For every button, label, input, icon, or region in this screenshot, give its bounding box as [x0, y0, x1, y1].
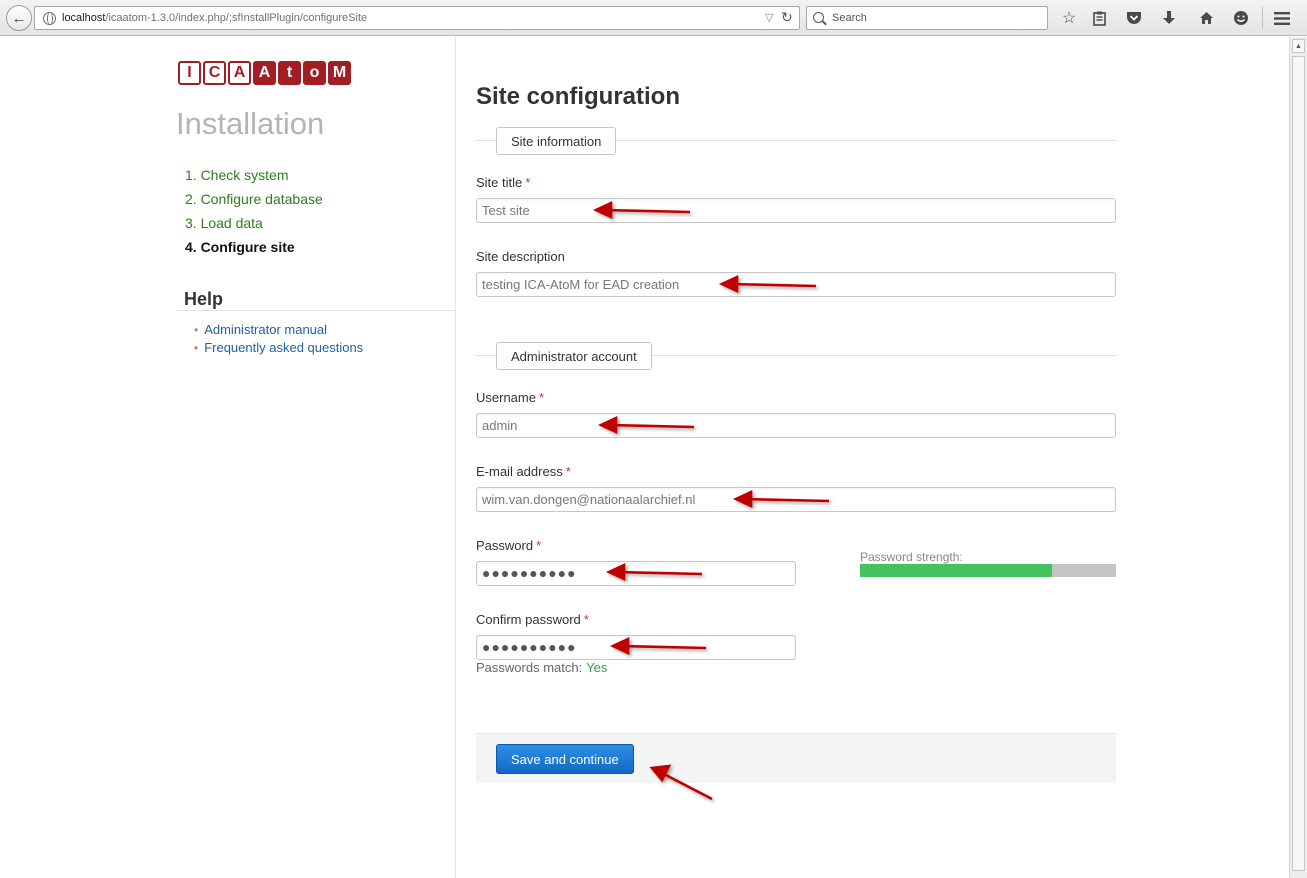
- logo-letter: A: [253, 61, 276, 85]
- search-icon: [813, 12, 824, 23]
- bookmark-star-icon[interactable]: ☆: [1059, 8, 1079, 28]
- required-marker: *: [583, 612, 589, 627]
- url-bar[interactable]: localhost/icaatom-1.3.0/index.php/;sfIns…: [34, 6, 800, 30]
- install-steps: 1. Check system 2. Configure database 3.…: [185, 163, 323, 259]
- globe-icon: [43, 11, 56, 25]
- password-strength-fill: [860, 564, 1052, 577]
- username-label: Username *: [476, 390, 544, 405]
- password-strength-label: Password strength:: [860, 550, 963, 564]
- url-text: localhost/icaatom-1.3.0/index.php/;sfIns…: [62, 12, 367, 24]
- passwords-match-status: Passwords match: Yes: [476, 660, 607, 675]
- download-icon[interactable]: [1159, 8, 1179, 28]
- logo-letter: I: [178, 61, 201, 85]
- step-check-system[interactable]: 1. Check system: [185, 163, 323, 187]
- required-marker: *: [536, 538, 542, 553]
- administrator-account-legend[interactable]: Administrator account: [496, 342, 652, 370]
- site-title-label: Site title *: [476, 175, 530, 190]
- confirm-password-label-text: Confirm password: [476, 612, 581, 627]
- help-title: Help: [184, 289, 224, 309]
- sidebar: I C A A t o M Installation 1. Check syst…: [176, 37, 456, 878]
- vertical-scrollbar[interactable]: ▲: [1289, 37, 1307, 878]
- password-label: Password *: [476, 538, 541, 553]
- site-information-fieldset: Site information: [476, 127, 1116, 155]
- confirm-password-input[interactable]: ●●●●●●●●●●: [476, 635, 796, 660]
- logo-letter: o: [303, 61, 326, 85]
- help-link-administrator-manual[interactable]: Administrator manual: [194, 321, 363, 339]
- password-input[interactable]: ●●●●●●●●●●: [476, 561, 796, 586]
- email-label: E-mail address *: [476, 464, 571, 479]
- email-input[interactable]: wim.van.dongen@nationaalarchief.nl: [476, 487, 1116, 512]
- scroll-up-arrow-icon[interactable]: ▲: [1292, 39, 1305, 53]
- url-path: /icaatom-1.3.0/index.php/;sfInstallPlugi…: [105, 12, 368, 24]
- page-content: I C A A t o M Installation 1. Check syst…: [0, 37, 1289, 878]
- main-content: Site configuration Site information Site…: [476, 37, 1116, 878]
- help-links: Administrator manual Frequently asked qu…: [194, 321, 363, 357]
- site-title-label-text: Site title: [476, 175, 523, 190]
- required-marker: *: [525, 175, 531, 190]
- required-marker: *: [538, 390, 545, 405]
- pocket-icon[interactable]: [1124, 8, 1144, 28]
- toolbar-separator: [1262, 7, 1263, 29]
- search-bar[interactable]: Search: [806, 6, 1048, 30]
- save-and-continue-button[interactable]: Save and continue: [496, 744, 634, 774]
- step-configure-database[interactable]: 2. Configure database: [185, 187, 323, 211]
- scrollbar-thumb[interactable]: [1292, 56, 1305, 871]
- required-marker: *: [565, 464, 571, 479]
- step-load-data[interactable]: 3. Load data: [185, 211, 323, 235]
- help-divider: [176, 310, 456, 311]
- email-label-text: E-mail address: [476, 464, 563, 479]
- installation-title: Installation: [176, 106, 325, 141]
- site-description-label: Site description: [476, 249, 565, 264]
- logo-letter: t: [278, 61, 301, 85]
- site-description-input[interactable]: testing ICA-AtoM for EAD creation: [476, 272, 1116, 297]
- administrator-account-fieldset: Administrator account: [476, 342, 1116, 370]
- username-label-text: Username: [476, 390, 536, 405]
- confirm-password-label: Confirm password *: [476, 612, 589, 627]
- hello-chat-icon[interactable]: [1231, 8, 1251, 28]
- search-placeholder: Search: [832, 12, 867, 24]
- passwords-match-label: Passwords match:: [476, 660, 583, 675]
- site-title-input[interactable]: Test site: [476, 198, 1116, 223]
- back-button[interactable]: ←: [6, 5, 32, 31]
- passwords-match-value: Yes: [586, 660, 608, 675]
- page-title: Site configuration: [476, 83, 680, 110]
- password-label-text: Password: [476, 538, 534, 553]
- help-link-faq[interactable]: Frequently asked questions: [194, 339, 363, 357]
- back-arrow-icon: ←: [11, 9, 27, 27]
- step-configure-site: 4. Configure site: [185, 239, 295, 255]
- site-information-legend[interactable]: Site information: [496, 127, 617, 155]
- reading-list-icon[interactable]: [1089, 8, 1109, 28]
- menu-hamburger-icon[interactable]: [1272, 8, 1292, 28]
- browser-toolbar: ← localhost/icaatom-1.3.0/index.php/;sfI…: [0, 0, 1307, 36]
- reload-icon[interactable]: ↻: [781, 9, 793, 26]
- logo-letter: M: [328, 61, 351, 85]
- logo-letter: A: [228, 61, 251, 85]
- icaatom-logo: I C A A t o M: [178, 61, 351, 85]
- username-input[interactable]: admin: [476, 413, 1116, 438]
- form-actions: Save and continue: [476, 733, 1116, 783]
- history-dropdown-icon[interactable]: ▽: [765, 11, 773, 24]
- home-icon[interactable]: [1196, 8, 1216, 28]
- password-strength-bar: [860, 564, 1116, 577]
- logo-letter: C: [203, 61, 226, 85]
- url-host: localhost: [62, 12, 106, 24]
